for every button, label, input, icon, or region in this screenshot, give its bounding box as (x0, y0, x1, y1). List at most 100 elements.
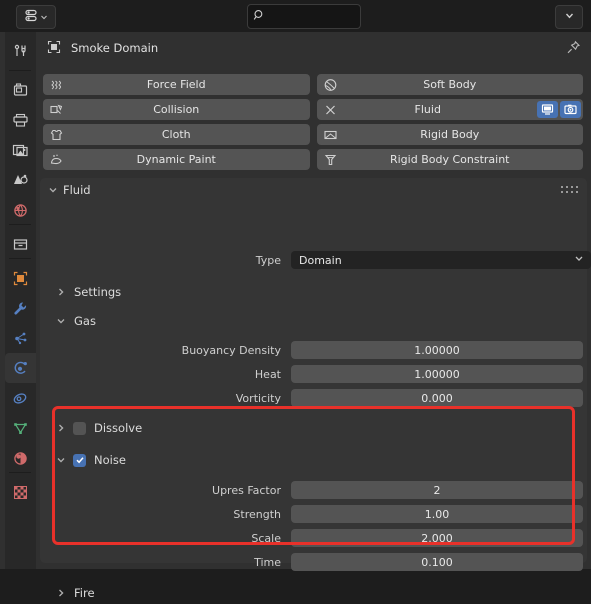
sidebar-item-world[interactable] (5, 195, 36, 225)
physics-buttons-grid: Force Field Soft Body Collision Fluid Cl… (43, 74, 583, 174)
upres-factor-field[interactable]: 2 (291, 481, 583, 499)
cloth-button[interactable]: Cloth (43, 124, 310, 145)
chevron-down-icon (574, 254, 584, 267)
sidebar-item-modifiers[interactable] (5, 293, 36, 323)
strength-field[interactable]: 1.00 (291, 505, 583, 523)
constraint-icon (13, 392, 27, 404)
chevron-right-icon[interactable] (56, 287, 66, 297)
force-field-button[interactable]: Force Field (43, 74, 310, 95)
world-globe-icon (14, 203, 27, 217)
dissolve-subpanel-header[interactable]: Dissolve (36, 417, 583, 439)
noise-checkbox[interactable] (73, 453, 86, 467)
chevron-right-icon[interactable] (56, 423, 66, 433)
chevron-down-icon[interactable] (56, 316, 66, 326)
collision-label: Collision (153, 103, 200, 116)
sidebar-item-object-data[interactable] (5, 413, 36, 443)
dynamic-paint-button[interactable]: Dynamic Paint (43, 149, 310, 170)
buoyancy-density-field[interactable]: 1.00000 (291, 341, 583, 359)
sidebar-item-texture[interactable] (5, 477, 36, 507)
pin-icon (566, 40, 581, 58)
search-input[interactable] (266, 10, 356, 23)
vorticity-label: Vorticity (235, 391, 281, 405)
sidebar-item-output[interactable] (5, 105, 36, 135)
editor-options-button[interactable] (555, 5, 583, 29)
rigid-body-icon (323, 127, 338, 142)
rigid-body-button[interactable]: Rigid Body (316, 124, 583, 145)
sidebar-item-physics[interactable] (5, 353, 36, 383)
rigid-body-constraint-button[interactable]: Rigid Body Constraint (316, 149, 583, 170)
images-icon (12, 144, 28, 156)
sidebar-item-object[interactable] (5, 263, 36, 293)
mesh-data-triangle-icon (14, 422, 27, 434)
time-field[interactable]: 0.100 (291, 553, 583, 571)
chevron-right-icon[interactable] (56, 588, 66, 598)
heat-field[interactable]: 1.00000 (291, 365, 583, 383)
camera-icon (564, 104, 577, 115)
physics-row: Dynamic Paint Rigid Body Constraint (43, 149, 583, 170)
object-icon (47, 40, 61, 57)
wrench-icon (14, 301, 27, 314)
rigid-body-constraint-icon (323, 152, 338, 167)
cloth-label: Cloth (161, 128, 191, 141)
soft-body-button[interactable]: Soft Body (316, 74, 583, 95)
noise-subpanel-header[interactable]: Noise (36, 449, 583, 471)
settings-subpanel-header[interactable]: Settings (36, 281, 583, 303)
search-icon (253, 9, 266, 25)
physics-orbit-icon (14, 361, 27, 374)
collection-box-icon (13, 238, 28, 250)
scene-cone-icon (14, 174, 28, 184)
collision-button[interactable]: Collision (43, 99, 310, 120)
properties-body: Smoke Domain Force Field Soft Body Colli… (36, 32, 591, 600)
breadcrumb: Smoke Domain (36, 35, 591, 61)
vorticity-row: Vorticity 0.000 (36, 387, 583, 409)
chevron-down-icon (564, 10, 575, 24)
fluid-type-dropdown[interactable]: Domain (291, 251, 591, 269)
fluid-button[interactable]: Fluid (316, 99, 583, 120)
gas-subpanel-header[interactable]: Gas (36, 310, 583, 332)
collision-icon (49, 102, 64, 117)
chevron-down-icon[interactable] (56, 455, 66, 465)
sidebar-item-collection[interactable] (5, 229, 36, 259)
display-in-viewport-toggle[interactable] (537, 101, 558, 118)
rigid-body-constraint-label: Rigid Body Constraint (389, 153, 510, 166)
scale-label: Scale (251, 531, 281, 545)
tool-icon (14, 44, 26, 56)
sidebar-item-particles[interactable] (5, 323, 36, 353)
particles-icon (15, 332, 27, 344)
scale-row: Scale 2.000 (36, 527, 583, 549)
sidebar-item-scene[interactable] (5, 165, 36, 195)
sidebar-item-tool[interactable] (5, 36, 36, 66)
fluid-type-label: Type (255, 253, 281, 267)
fluid-type-value: Domain (299, 253, 342, 267)
sidebar-item-view-layer[interactable] (5, 135, 36, 165)
physics-row: Cloth Rigid Body (43, 124, 583, 145)
time-label: Time (254, 555, 281, 569)
camera-back-icon (13, 82, 28, 96)
upres-factor-row: Upres Factor 2 (36, 479, 583, 501)
strength-label: Strength (233, 507, 281, 521)
sidebar-item-constraints[interactable] (5, 383, 36, 413)
time-row: Time 0.100 (36, 551, 583, 573)
soft-body-icon (323, 77, 338, 92)
heat-row: Heat 1.00000 (36, 363, 583, 385)
gas-label: Gas (74, 314, 96, 328)
vorticity-field[interactable]: 0.000 (291, 389, 583, 407)
pin-button[interactable] (563, 39, 583, 59)
chevron-down-icon[interactable] (48, 185, 58, 195)
editor-type-selector[interactable] (16, 5, 56, 29)
dissolve-checkbox[interactable] (73, 421, 86, 435)
render-toggle[interactable] (560, 101, 581, 118)
sidebar-item-render[interactable] (5, 75, 36, 105)
dynamic-paint-icon (49, 152, 64, 167)
fluid-panel-header[interactable]: Fluid (40, 178, 587, 202)
fire-subpanel-header[interactable]: Fire (36, 582, 583, 604)
drag-grip-icon[interactable] (561, 186, 579, 194)
sidebar-item-material[interactable] (5, 443, 36, 473)
scale-field[interactable]: 2.000 (291, 529, 583, 547)
chevron-down-icon (40, 11, 48, 24)
printer-icon (13, 113, 28, 127)
tab-divider (9, 224, 31, 225)
search-box[interactable] (247, 4, 361, 29)
editor-header (0, 0, 591, 32)
close-x-icon (323, 102, 338, 117)
